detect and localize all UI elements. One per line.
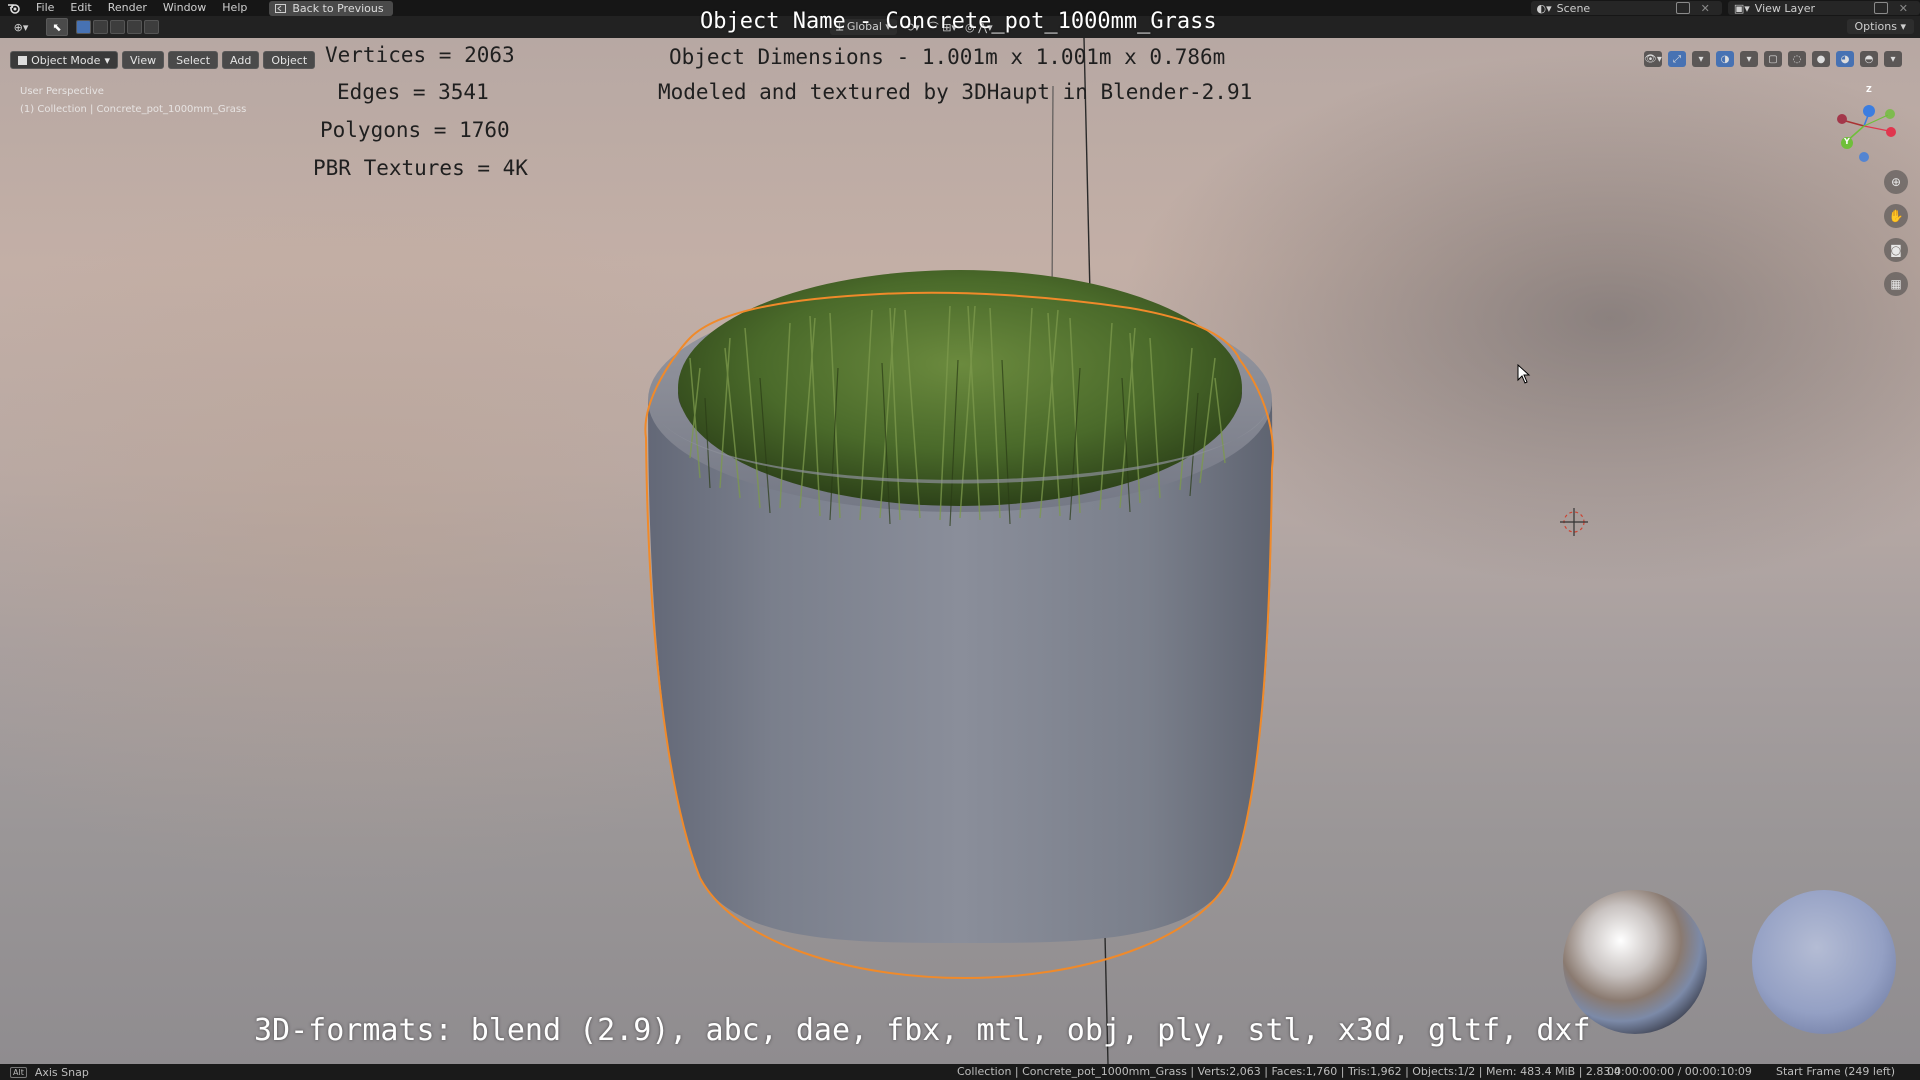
alt-key-label: Alt xyxy=(10,1066,27,1078)
scene-selector[interactable]: ◐▾ Scene ✕ xyxy=(1530,1,1722,15)
object-name-header-title: Object Name - Concrete_pot_1000mm_Grass xyxy=(700,9,1217,34)
navigation-gizmo xyxy=(1837,105,1896,162)
overlays-toggle-icon[interactable]: ◑ xyxy=(1716,51,1734,67)
mouse-cursor-icon xyxy=(1517,364,1531,384)
back-icon xyxy=(275,3,287,13)
axis-snap-hint: Axis Snap xyxy=(34,1065,89,1079)
remove-view-layer-icon[interactable]: ✕ xyxy=(1899,2,1908,15)
options-dropdown[interactable]: Options ▾ xyxy=(1846,19,1914,34)
object-mode-icon xyxy=(18,55,27,65)
object-dimensions: Object Dimensions - 1.001m x 1.001m x 0.… xyxy=(669,45,1226,69)
select-invert-icon[interactable] xyxy=(127,20,142,34)
scene-name[interactable]: Scene xyxy=(1557,2,1667,15)
menu-render[interactable]: Render xyxy=(100,0,155,16)
empty-object-marker xyxy=(1560,508,1588,536)
editor-type-icon[interactable]: ⊕▾ xyxy=(10,19,32,35)
scene-icon: ◐▾ xyxy=(1536,1,1552,15)
options-label: Options xyxy=(1854,20,1897,33)
blender-logo-icon[interactable] xyxy=(0,0,28,16)
timeline-time: 00:00:00:00 / 00:00:10:09 xyxy=(1607,1065,1752,1078)
gizmo-x-axis xyxy=(1886,127,1896,137)
stat-pbr-textures: PBR Textures = 4K xyxy=(313,156,528,180)
new-scene-icon[interactable] xyxy=(1675,2,1690,14)
formats-text: 3D-formats: blend (2.9), abc, dae, fbx, … xyxy=(254,1013,1591,1048)
status-bar: Alt Axis Snap Collection | Concrete_pot_… xyxy=(0,1064,1920,1080)
gizmo-z-label[interactable]: Z xyxy=(1866,85,1872,94)
perspective-grid-icon[interactable]: ▦ xyxy=(1884,272,1908,296)
object-visibility-icon[interactable]: 👁▾ xyxy=(1644,51,1662,67)
menu-window[interactable]: Window xyxy=(155,0,214,16)
start-frame-info: Start Frame (249 left) xyxy=(1776,1065,1896,1078)
credits-text: Modeled and textured by 3DHaupt in Blend… xyxy=(658,80,1253,104)
view-menu[interactable]: View xyxy=(122,51,165,69)
solid-shading-icon[interactable]: ● xyxy=(1812,51,1830,67)
view-layer-selector[interactable]: ▣▾ View Layer ✕ xyxy=(1727,1,1920,15)
viewport-navigation: ⊕ ✋ ◙ ▦ xyxy=(1884,170,1908,296)
pan-hand-icon[interactable]: ✋ xyxy=(1884,204,1908,228)
select-intersect-icon[interactable] xyxy=(144,20,159,34)
back-to-previous-label: Back to Previous xyxy=(292,1,384,15)
menu-help[interactable]: Help xyxy=(214,0,255,16)
rendered-shading-icon[interactable]: ◓ xyxy=(1860,51,1878,67)
material-preview-shading-icon[interactable]: ◕ xyxy=(1836,51,1854,67)
object-menu[interactable]: Object xyxy=(263,51,316,69)
stat-edges: Edges = 3541 xyxy=(337,80,489,104)
shading-dropdown-icon[interactable]: ▾ xyxy=(1884,51,1902,67)
collection-label: (1) Collection | Concrete_pot_1000mm_Gra… xyxy=(20,104,247,115)
select-extend-icon[interactable] xyxy=(93,20,108,34)
stat-vertices: Vertices = 2063 xyxy=(325,43,515,67)
gizmo-neg-y-axis xyxy=(1885,109,1895,119)
wireframe-shading-icon[interactable]: ◌ xyxy=(1788,51,1806,67)
gizmo-neg-x-axis xyxy=(1837,114,1847,124)
view-layer-name[interactable]: View Layer xyxy=(1755,2,1865,15)
new-view-layer-icon[interactable] xyxy=(1873,2,1888,14)
selection-mode-group xyxy=(76,20,159,34)
viewport-shading-tools: 👁▾ ⤢ ▾ ◑ ▾ ▢ ◌ ● ◕ ◓ ▾ xyxy=(1644,51,1902,67)
gizmo-z-axis xyxy=(1863,105,1875,117)
stat-polygons: Polygons = 1760 xyxy=(320,118,510,142)
gizmo-dropdown-icon[interactable]: ▾ xyxy=(1692,51,1710,67)
grass xyxy=(678,270,1242,506)
perspective-label: User Perspective xyxy=(20,86,104,97)
view-layer-icon: ▣▾ xyxy=(1733,1,1750,15)
xray-toggle-icon[interactable]: ▢ xyxy=(1764,51,1782,67)
scene-render xyxy=(644,38,1896,1064)
select-menu[interactable]: Select xyxy=(168,51,219,69)
zoom-icon[interactable]: ⊕ xyxy=(1884,170,1908,194)
back-to-previous-button[interactable]: Back to Previous xyxy=(269,0,393,16)
scene-statistics: Collection | Concrete_pot_1000mm_Grass |… xyxy=(957,1065,1621,1078)
thin-line-object xyxy=(1051,85,1054,301)
3d-viewport[interactable]: Z Y Object Mode ▾ View Select Add Object… xyxy=(0,38,1920,1064)
workspace-selectors: ◐▾ Scene ✕ ▣▾ View Layer ✕ xyxy=(1525,0,1920,16)
camera-view-icon[interactable]: ◙ xyxy=(1884,238,1908,262)
overlays-dropdown-icon[interactable]: ▾ xyxy=(1740,51,1758,67)
menu-file[interactable]: File xyxy=(28,0,62,16)
viewport-header: Object Mode ▾ View Select Add Object xyxy=(10,51,316,69)
add-menu[interactable]: Add xyxy=(222,51,260,69)
gizmo-y-label[interactable]: Y xyxy=(1844,137,1850,146)
gizmo-neg-z-axis xyxy=(1859,152,1869,162)
select-new-icon[interactable] xyxy=(76,20,91,34)
chevron-down-icon: ▾ xyxy=(104,53,110,67)
select-box-tool-icon[interactable]: ⬉ xyxy=(46,18,68,36)
gizmo-toggle-icon[interactable]: ⤢ xyxy=(1668,51,1686,67)
menu-edit[interactable]: Edit xyxy=(62,0,99,16)
object-mode-dropdown[interactable]: Object Mode ▾ xyxy=(10,51,118,69)
diffuse-hdri-sphere xyxy=(1752,890,1896,1034)
select-subtract-icon[interactable] xyxy=(110,20,125,34)
object-mode-label: Object Mode xyxy=(31,53,101,67)
remove-scene-icon[interactable]: ✕ xyxy=(1701,2,1710,15)
